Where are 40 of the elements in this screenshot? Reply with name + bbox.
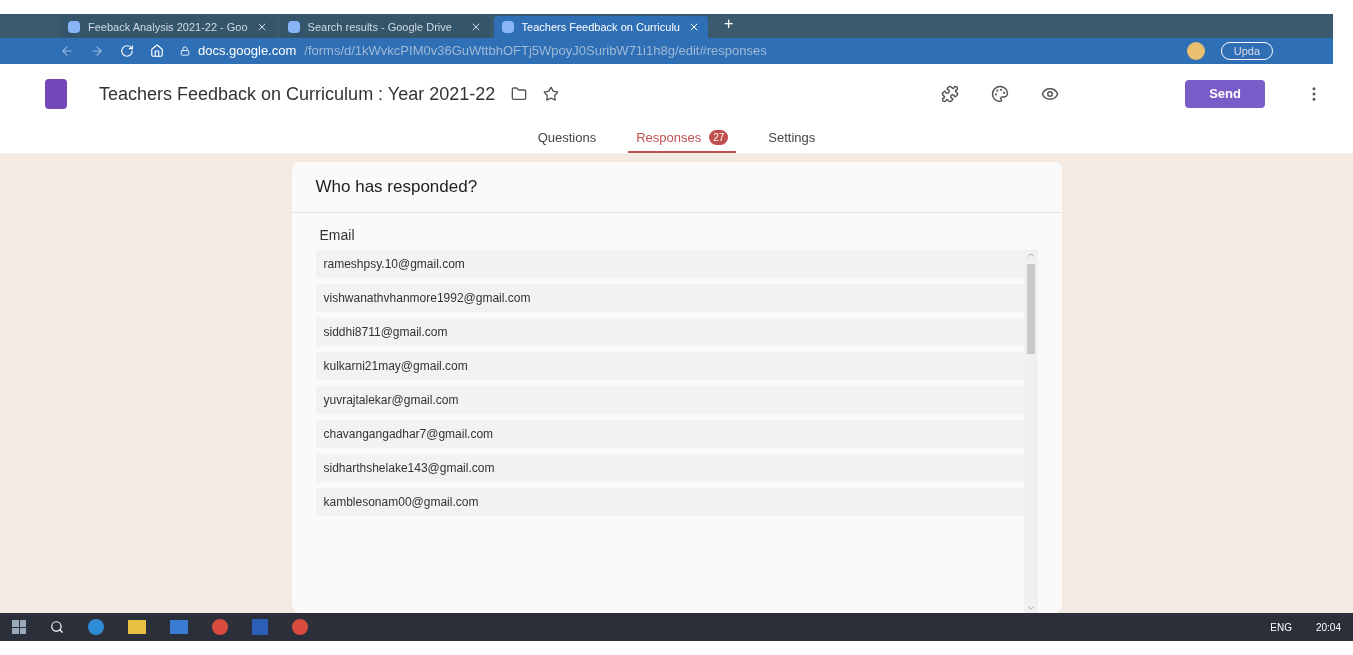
- tab-title: Teachers Feedback on Curriculu: [521, 19, 680, 35]
- email-cell: sidharthshelake143@gmail.com: [315, 453, 1024, 482]
- search-icon[interactable]: [50, 620, 64, 634]
- scrollbar-thumb[interactable]: [1026, 263, 1035, 354]
- tab-title: Feeback Analysis 2021-22 - Goo: [88, 19, 248, 35]
- send-button[interactable]: Send: [1185, 80, 1265, 108]
- card-title: Who has responded?: [291, 162, 1062, 213]
- email-cell: kulkarni21may@gmail.com: [315, 351, 1024, 380]
- scrollbar[interactable]: [1023, 249, 1038, 613]
- puzzle-icon[interactable]: [941, 85, 960, 103]
- home-icon[interactable]: [150, 44, 164, 58]
- clock[interactable]: 20:04: [1315, 619, 1341, 635]
- address-field[interactable]: docs.google.com /forms/d/1kWvkcPIM0v36GuWttbhOFTj5WpoyJ0SuribW71i1h8g/edit#responses: [180, 41, 1171, 61]
- email-cell: kamblesonam00@gmail.com: [315, 487, 1024, 516]
- tab-icon: [501, 21, 514, 33]
- palette-icon[interactable]: [991, 85, 1010, 103]
- avatar-icon[interactable]: [1186, 42, 1205, 60]
- reload-icon[interactable]: [120, 44, 134, 58]
- count-badge: 27: [709, 129, 729, 145]
- star-icon[interactable]: [543, 86, 560, 102]
- email-cell: vishwanathvhanmore1992@gmail.com: [315, 283, 1024, 312]
- browser-tab[interactable]: Search results - Google Drive: [279, 16, 490, 38]
- form-tab[interactable]: Settings: [760, 127, 824, 153]
- email-cell: siddhi8711@gmail.com: [315, 317, 1024, 346]
- preview-icon[interactable]: [1041, 85, 1060, 103]
- lock-icon: [180, 46, 190, 56]
- form-tab[interactable]: Questions: [529, 127, 605, 153]
- new-tab-button[interactable]: +: [711, 12, 746, 38]
- column-header: Email: [318, 225, 356, 245]
- browser-tab[interactable]: Feeback Analysis 2021-22 - Goo: [60, 16, 276, 38]
- form-title: Teachers Feedback on Curriculum : Year 2021-22: [99, 82, 496, 106]
- windows-icon[interactable]: [12, 620, 26, 634]
- email-cell: yuvrajtalekar@gmail.com: [315, 385, 1024, 414]
- browser-tab[interactable]: Teachers Feedback on Curriculu: [493, 16, 708, 38]
- tab-title: Search results - Google Drive: [307, 19, 453, 35]
- tab-icon: [287, 21, 300, 33]
- email-cell: chavangangadhar7@gmail.com: [315, 419, 1024, 448]
- tab-icon: [68, 21, 80, 33]
- language-indicator[interactable]: ENG: [1270, 619, 1292, 635]
- email-cell: rameshpsy.10@gmail.com: [315, 249, 1024, 278]
